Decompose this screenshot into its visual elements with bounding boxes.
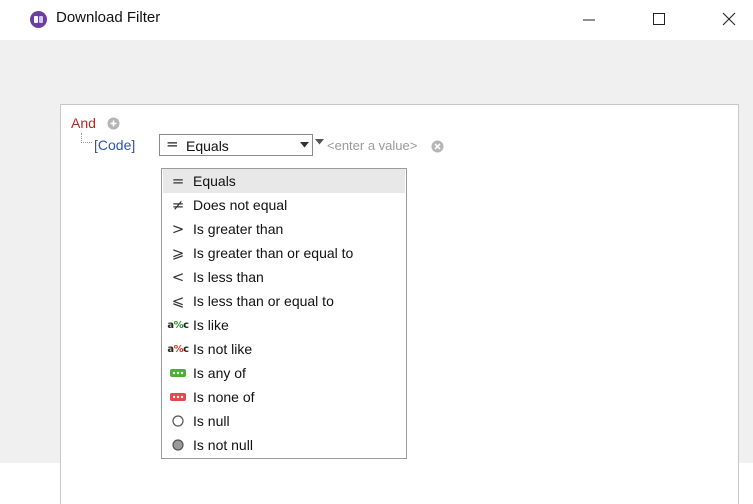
operator-option-is-null[interactable]: Is null: [163, 409, 405, 433]
operator-option-less-than[interactable]: < Is less than: [163, 265, 405, 289]
operator-selected-label: Equals: [186, 138, 229, 154]
not-null-icon: [167, 433, 189, 457]
greater-than-icon: >: [171, 220, 185, 238]
operator-option-less-equal[interactable]: ⩽ Is less than or equal to: [163, 289, 405, 313]
operator-option-label: Is any of: [193, 365, 246, 381]
tree-connector: [81, 133, 92, 143]
operator-option-label: Does not equal: [193, 197, 288, 213]
chevron-down-icon: [299, 142, 309, 148]
operator-option-any-of[interactable]: Is any of: [163, 361, 405, 385]
equals-icon: =: [171, 172, 185, 190]
operator-dropdown-button[interactable]: [295, 135, 313, 155]
window-title: Download Filter: [56, 9, 161, 26]
any-of-icon: [167, 361, 189, 385]
maximize-button[interactable]: [636, 0, 682, 38]
greater-equal-icon: ⩾: [171, 244, 185, 262]
operator-dropdown-list: = Equals ≠ Does not equal > Is greater t…: [161, 168, 407, 459]
like-icon: a% c: [167, 319, 189, 331]
less-than-icon: <: [171, 268, 185, 286]
close-button[interactable]: [706, 0, 752, 38]
operator-option-is-like[interactable]: a% c Is like: [163, 313, 405, 337]
operator-option-label: Is less than or equal to: [193, 293, 334, 309]
value-dropdown-icon[interactable]: [315, 139, 324, 145]
equals-icon: =: [166, 135, 179, 153]
add-condition-icon[interactable]: [107, 117, 120, 130]
operator-option-equals[interactable]: = Equals: [163, 169, 405, 193]
operator-option-is-not-null[interactable]: Is not null: [163, 433, 405, 457]
null-icon: [167, 409, 189, 433]
operator-option-label: Is greater than: [193, 221, 284, 237]
group-operator[interactable]: And: [71, 115, 96, 131]
operator-option-label: Is greater than or equal to: [193, 245, 354, 261]
operator-combobox[interactable]: = Equals: [159, 134, 313, 156]
less-equal-icon: ⩽: [171, 292, 185, 310]
not-equal-icon: ≠: [171, 196, 185, 214]
value-input[interactable]: <enter a value>: [327, 138, 417, 153]
operator-option-label: Is null: [193, 413, 230, 429]
operator-option-greater-than[interactable]: > Is greater than: [163, 217, 405, 241]
operator-option-greater-equal[interactable]: ⩾ Is greater than or equal to: [163, 241, 405, 265]
operator-option-label: Is none of: [193, 389, 255, 405]
operator-option-label: Is not like: [193, 341, 253, 357]
operator-option-label: Is less than: [193, 269, 264, 285]
close-icon: [722, 12, 736, 26]
app-icon: [30, 11, 47, 28]
remove-condition-icon[interactable]: [431, 140, 444, 153]
maximize-icon: [653, 13, 665, 25]
title-bar: Download Filter: [0, 0, 753, 40]
not-like-icon: a% c: [167, 343, 189, 355]
operator-option-none-of[interactable]: Is none of: [163, 385, 405, 409]
operator-option-label: Equals: [193, 173, 236, 189]
operator-option-is-not-like[interactable]: a% c Is not like: [163, 337, 405, 361]
field-name[interactable]: [Code]: [94, 137, 135, 153]
operator-option-label: Is not null: [193, 437, 253, 453]
minimize-button[interactable]: [566, 0, 612, 38]
none-of-icon: [167, 385, 189, 409]
minimize-icon: [583, 19, 595, 21]
operator-option-label: Is like: [193, 317, 229, 333]
operator-option-does-not-equal[interactable]: ≠ Does not equal: [163, 193, 405, 217]
